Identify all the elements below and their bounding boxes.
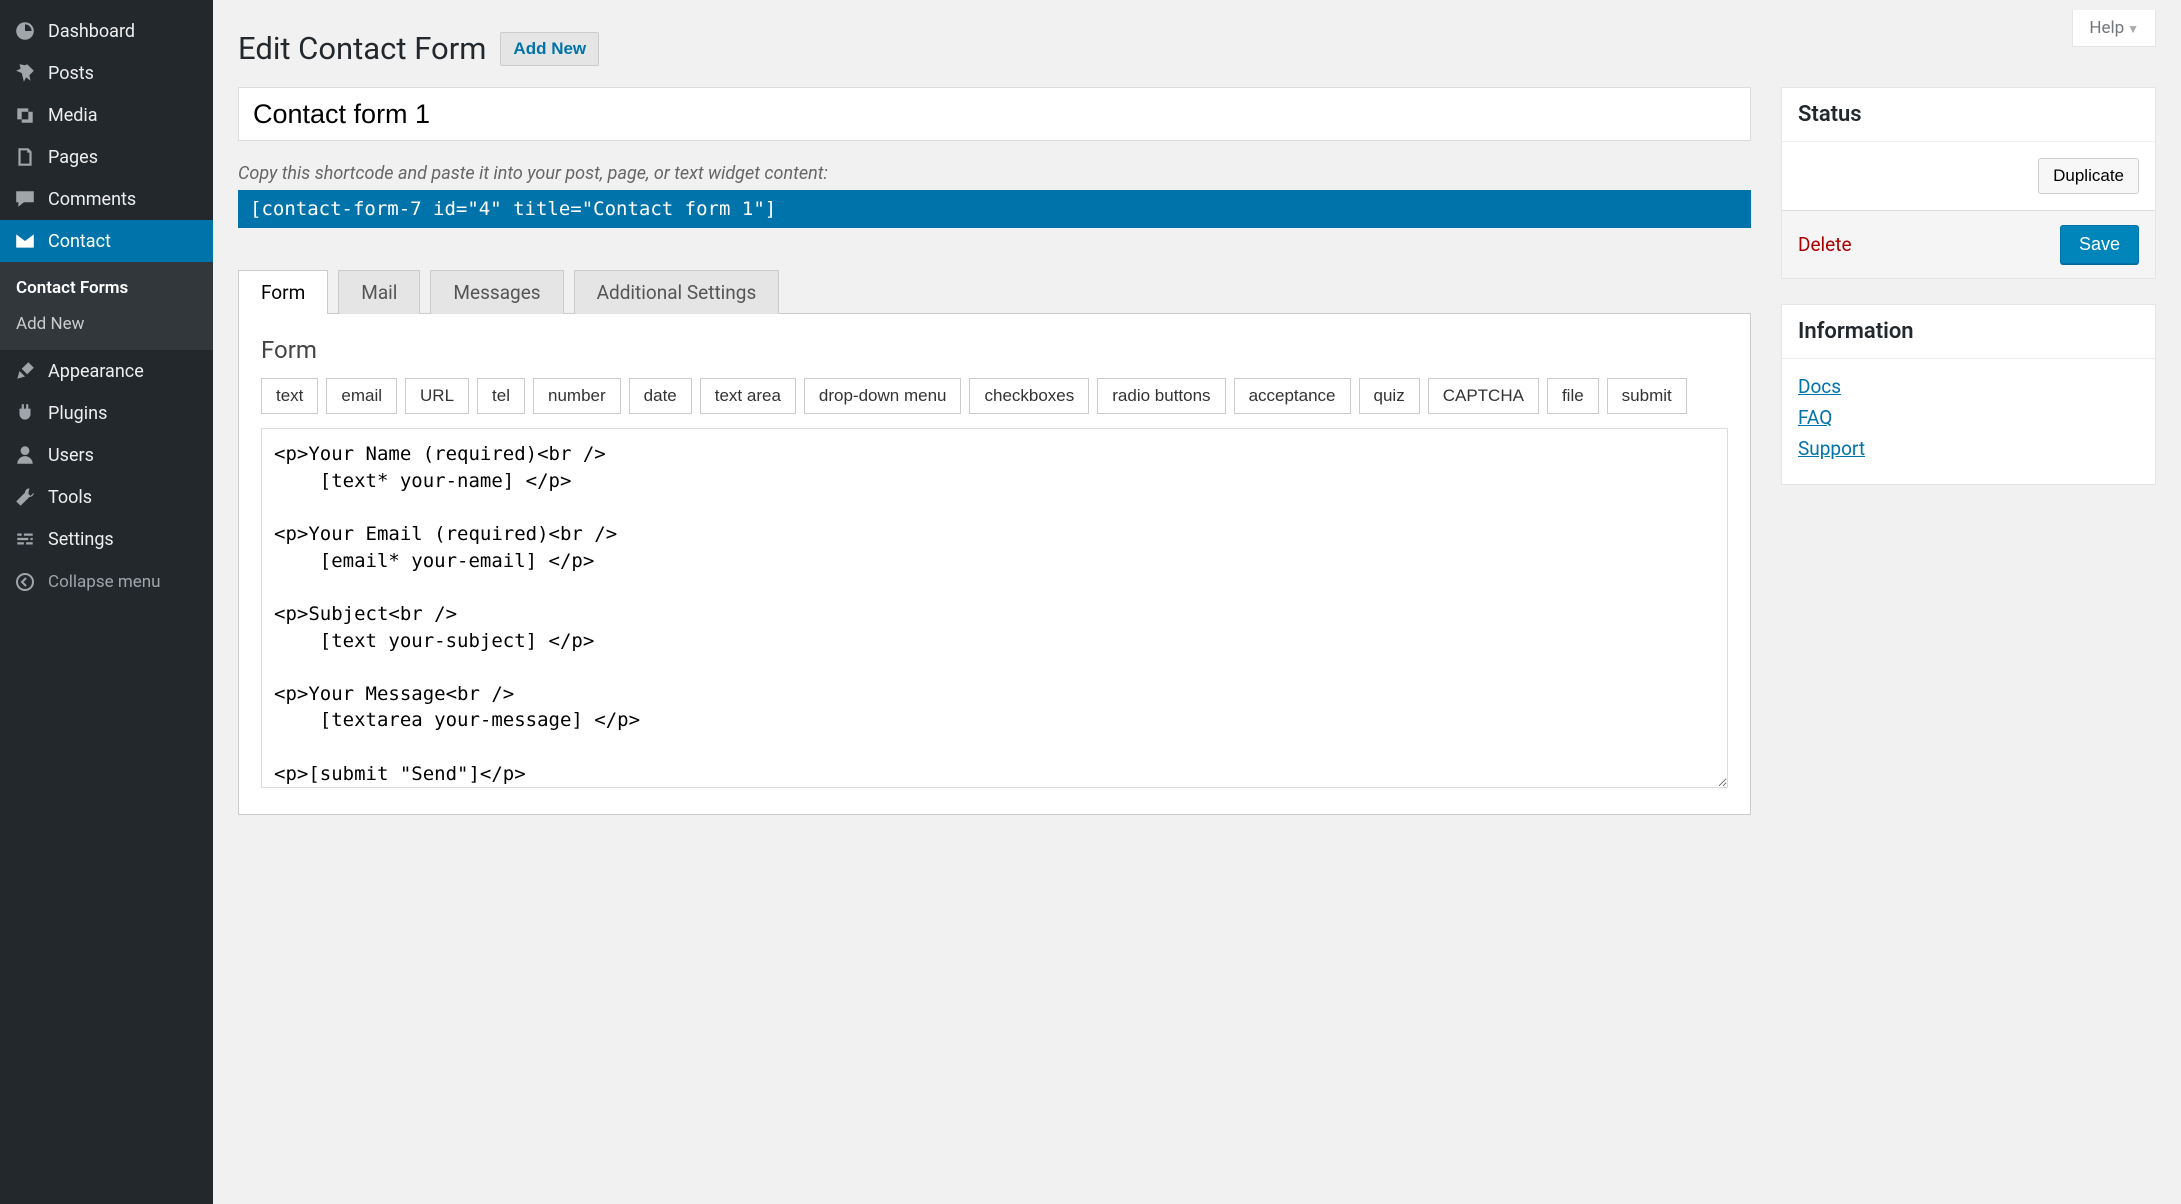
- tag-button[interactable]: radio buttons: [1097, 378, 1225, 414]
- tag-button[interactable]: acceptance: [1234, 378, 1351, 414]
- save-button[interactable]: Save: [2060, 225, 2139, 264]
- sidebar-item-settings[interactable]: Settings: [0, 518, 213, 560]
- information-heading: Information: [1782, 305, 2155, 359]
- mail-icon: [12, 230, 38, 252]
- sidebar-item-users[interactable]: Users: [0, 434, 213, 476]
- collapse-icon: [12, 572, 38, 592]
- information-postbox: Information Docs FAQ Support: [1781, 304, 2156, 485]
- tab-mail[interactable]: Mail: [338, 270, 420, 314]
- help-tab[interactable]: Help: [2072, 10, 2156, 47]
- status-postbox: Status Duplicate Delete Save: [1781, 87, 2156, 279]
- users-icon: [12, 444, 38, 466]
- add-new-button[interactable]: Add New: [500, 32, 599, 66]
- shortcode-value[interactable]: [contact-form-7 id="4" title="Contact fo…: [238, 190, 1751, 228]
- tag-button[interactable]: checkboxes: [969, 378, 1089, 414]
- sidebar-label: Contact: [48, 231, 111, 252]
- sidebar-item-comments[interactable]: Comments: [0, 178, 213, 220]
- tag-button[interactable]: drop-down menu: [804, 378, 962, 414]
- collapse-label: Collapse menu: [48, 572, 161, 592]
- editor-tabs: Form Mail Messages Additional Settings: [238, 270, 1751, 314]
- form-panel: Form textemailURLtelnumberdatetext aread…: [238, 313, 1751, 815]
- page-title: Edit Contact Form: [238, 30, 486, 67]
- sidebar-label: Comments: [48, 189, 136, 210]
- sidebar-label: Plugins: [48, 403, 107, 424]
- tab-form[interactable]: Form: [238, 270, 328, 314]
- tools-icon: [12, 486, 38, 508]
- sidebar-item-plugins[interactable]: Plugins: [0, 392, 213, 434]
- tag-button[interactable]: tel: [477, 378, 525, 414]
- sidebar-item-pages[interactable]: Pages: [0, 136, 213, 178]
- sidebar-label: Pages: [48, 147, 98, 168]
- comments-icon: [12, 188, 38, 210]
- tab-messages[interactable]: Messages: [430, 270, 563, 314]
- info-link-support[interactable]: Support: [1798, 437, 2139, 460]
- sidebar-item-posts[interactable]: Posts: [0, 52, 213, 94]
- information-links: Docs FAQ Support: [1782, 359, 2155, 484]
- tag-button[interactable]: file: [1547, 378, 1599, 414]
- tag-button[interactable]: text: [261, 378, 318, 414]
- sidebar-submenu: Contact Forms Add New: [0, 262, 213, 350]
- sidebar-label: Appearance: [48, 361, 144, 382]
- form-title-input[interactable]: [238, 87, 1751, 141]
- tag-button[interactable]: email: [326, 378, 397, 414]
- dashboard-icon: [12, 20, 38, 42]
- main-content: Help Edit Contact Form Add New Copy this…: [213, 0, 2181, 1204]
- pages-icon: [12, 146, 38, 168]
- settings-icon: [12, 528, 38, 550]
- media-icon: [12, 104, 38, 126]
- tag-button[interactable]: number: [533, 378, 621, 414]
- shortcode-hint: Copy this shortcode and paste it into yo…: [238, 163, 1751, 184]
- panel-heading: Form: [261, 336, 1728, 364]
- sidebar-label: Media: [48, 105, 98, 126]
- info-link-faq[interactable]: FAQ: [1798, 406, 2139, 429]
- collapse-menu-button[interactable]: Collapse menu: [0, 560, 213, 604]
- sidebar-sub-add-new[interactable]: Add New: [0, 306, 213, 342]
- tag-button[interactable]: CAPTCHA: [1428, 378, 1539, 414]
- tag-button[interactable]: date: [629, 378, 692, 414]
- sidebar-sub-contact-forms[interactable]: Contact Forms: [0, 270, 213, 306]
- appearance-icon: [12, 360, 38, 382]
- tab-additional-settings[interactable]: Additional Settings: [574, 270, 780, 314]
- admin-sidebar: Dashboard Posts Media Pages Comments Con…: [0, 0, 213, 1204]
- sidebar-item-appearance[interactable]: Appearance: [0, 350, 213, 392]
- tag-button[interactable]: URL: [405, 378, 469, 414]
- tag-button[interactable]: quiz: [1359, 378, 1420, 414]
- sidebar-item-dashboard[interactable]: Dashboard: [0, 10, 213, 52]
- sidebar-label: Settings: [48, 529, 114, 550]
- duplicate-button[interactable]: Duplicate: [2038, 158, 2139, 194]
- plugins-icon: [12, 402, 38, 424]
- pin-icon: [12, 62, 38, 84]
- status-heading: Status: [1782, 88, 2155, 142]
- tag-button[interactable]: text area: [700, 378, 796, 414]
- form-template-textarea[interactable]: [261, 428, 1728, 788]
- tag-generator-buttons: textemailURLtelnumberdatetext areadrop-d…: [261, 378, 1728, 414]
- sidebar-label: Posts: [48, 63, 94, 84]
- delete-link[interactable]: Delete: [1798, 233, 1852, 256]
- sidebar-label: Users: [48, 445, 94, 466]
- sidebar-item-media[interactable]: Media: [0, 94, 213, 136]
- sidebar-item-tools[interactable]: Tools: [0, 476, 213, 518]
- sidebar-label: Tools: [48, 487, 92, 508]
- sidebar-item-contact[interactable]: Contact: [0, 220, 213, 262]
- tag-button[interactable]: submit: [1607, 378, 1687, 414]
- sidebar-label: Dashboard: [48, 21, 135, 42]
- info-link-docs[interactable]: Docs: [1798, 375, 2139, 398]
